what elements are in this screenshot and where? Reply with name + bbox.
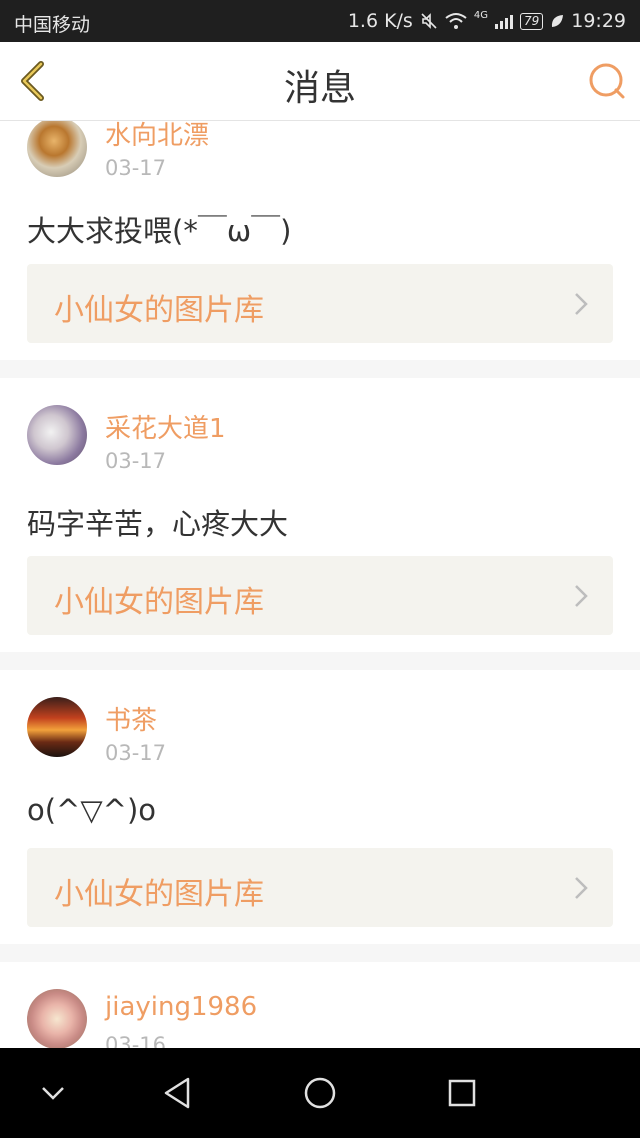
source-link[interactable]: 小仙女的图片库 — [27, 556, 613, 635]
hide-keyboard-icon[interactable] — [35, 1075, 71, 1111]
message-card: 书茶 03-17 o(^▽^)o 小仙女的图片库 — [0, 670, 640, 944]
network-type: 4G — [473, 9, 488, 21]
tiger-avatar[interactable] — [27, 121, 87, 177]
username[interactable]: 水向北漂 — [105, 121, 209, 152]
top-bar: 消息 — [0, 42, 640, 121]
recents-square-icon[interactable] — [444, 1075, 480, 1111]
username[interactable]: jiaying1986 — [105, 992, 257, 1022]
username[interactable]: 采花大道1 — [105, 408, 226, 445]
sunset-avatar[interactable] — [27, 697, 87, 757]
username[interactable]: 书茶 — [105, 700, 157, 737]
battery-level: 79 — [519, 12, 544, 30]
chevron-right-icon — [575, 585, 588, 607]
message-text: o(^▽^)o — [27, 793, 157, 827]
page-title: 消息 — [283, 68, 356, 109]
chevron-right-icon — [575, 293, 588, 315]
message-date: 03-16 — [105, 1033, 167, 1048]
carrier-name: 中国移动 — [14, 14, 91, 36]
message-list[interactable]: 水向北漂 03-17 大大求投喂(*￣ω￣) 小仙女的图片库 采花大道1 03-… — [0, 121, 640, 1048]
message-date: 03-17 — [105, 156, 167, 180]
message-date: 03-17 — [105, 449, 167, 473]
message-card: 采花大道1 03-17 码字辛苦，心疼大大 小仙女的图片库 — [0, 378, 640, 652]
chevron-right-icon — [575, 877, 588, 899]
home-circle-icon[interactable] — [302, 1075, 338, 1111]
message-date: 03-17 — [105, 741, 167, 765]
network-speed: 1.6 K/s — [347, 10, 413, 32]
clock: 19:29 — [571, 10, 626, 32]
search-icon[interactable] — [588, 62, 626, 100]
source-title: 小仙女的图片库 — [54, 877, 264, 912]
source-title: 小仙女的图片库 — [54, 293, 264, 328]
mute-icon — [421, 13, 437, 29]
glass-sphere-avatar[interactable] — [27, 405, 87, 465]
signal-icon — [494, 13, 513, 29]
message-card: 水向北漂 03-17 大大求投喂(*￣ω￣) 小仙女的图片库 — [0, 121, 640, 360]
wifi-icon — [445, 13, 467, 29]
source-title: 小仙女的图片库 — [54, 585, 264, 620]
flower-avatar[interactable] — [27, 989, 87, 1048]
leaf-icon — [552, 15, 564, 27]
message-card: jiaying1986 03-16 — [0, 962, 640, 1048]
back-triangle-icon[interactable] — [160, 1075, 196, 1111]
message-text: 大大求投喂(*￣ω￣) — [27, 214, 292, 248]
message-text: 码字辛苦，心疼大大 — [27, 507, 289, 541]
status-bar: 中国移动 1.6 K/s 4G 79 19:29 — [0, 0, 640, 42]
source-link[interactable]: 小仙女的图片库 — [27, 264, 613, 343]
source-link[interactable]: 小仙女的图片库 — [27, 848, 613, 927]
navigation-bar — [0, 1048, 640, 1138]
